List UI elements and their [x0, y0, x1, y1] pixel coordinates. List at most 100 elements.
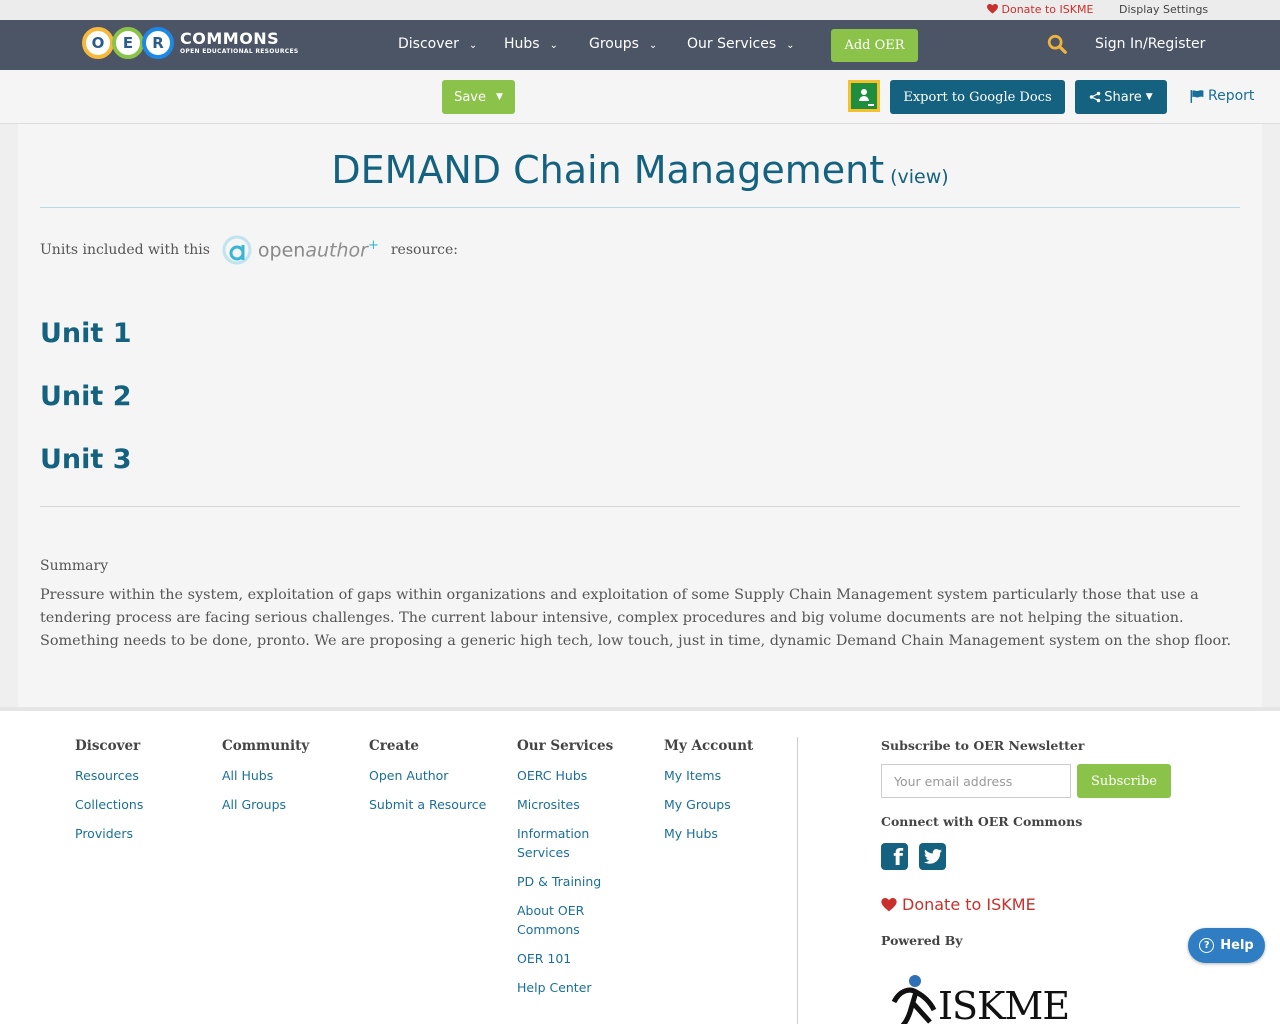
help-button[interactable]: ? Help: [1188, 928, 1265, 963]
logo-wordmark: COMMONS OPEN EDUCATIONAL RESOURCES: [180, 31, 299, 55]
share-icon: [1090, 91, 1101, 103]
resource-title: DEMAND Chain Management (view): [0, 148, 1280, 192]
footer-col-create: Create Open Author Submit a Resource: [369, 738, 486, 824]
footer-link-information-services[interactable]: Information Services: [517, 824, 617, 862]
footer-link-help-center[interactable]: Help Center: [517, 978, 617, 997]
footer-divider: [797, 737, 798, 1024]
units-prefix: Units included with this: [40, 242, 210, 258]
footer-link-all-groups[interactable]: All Groups: [222, 795, 309, 814]
open-author-word-open: open: [257, 239, 306, 262]
nav-groups[interactable]: Groups ⌄: [589, 36, 657, 52]
chevron-down-icon: ⌄: [468, 40, 478, 51]
question-circle-icon: ?: [1199, 938, 1215, 953]
footer-link-open-author[interactable]: Open Author: [369, 766, 486, 785]
footer-link-microsites[interactable]: Microsites: [517, 795, 617, 814]
resource-action-bar: Save ▼ Export to Google Docs Share ▼ Repor…: [0, 70, 1280, 124]
footer-link-my-hubs[interactable]: My Hubs: [664, 824, 753, 843]
content-divider: [40, 506, 1240, 507]
export-google-docs-button[interactable]: Export to Google Docs: [890, 80, 1065, 114]
view-link[interactable]: (view): [890, 166, 949, 188]
sign-in-register-link[interactable]: Sign In/Register: [1095, 36, 1205, 52]
oer-commons-logo[interactable]: O E R COMMONS OPEN EDUCATIONAL RESOURCES: [82, 26, 299, 60]
google-classroom-icon[interactable]: [848, 80, 880, 112]
heart-icon: [881, 897, 897, 911]
iskme-figure-icon: [891, 975, 937, 1024]
open-author-word-author: author: [305, 239, 368, 262]
footer-heading: Discover: [75, 738, 141, 754]
footer-link-oer-101[interactable]: OER 101: [517, 949, 617, 968]
iskme-logo[interactable]: ISKME: [890, 970, 1090, 1024]
nav-discover[interactable]: Discover ⌄: [398, 36, 477, 52]
page-gutter-left: [0, 124, 18, 707]
top-donate-link[interactable]: Donate to ISKME: [987, 3, 1093, 16]
logo-word: COMMONS: [180, 29, 280, 48]
footer-col-our-services: Our Services OERC Hubs Microsites Inform…: [517, 738, 617, 1007]
footer-link-providers[interactable]: Providers: [75, 824, 143, 843]
footer-link-about-oer-commons[interactable]: About OER Commons: [517, 901, 617, 939]
footer-link-submit-resource[interactable]: Submit a Resource: [369, 795, 486, 814]
add-oer-button[interactable]: Add OER: [831, 29, 918, 62]
display-settings-link[interactable]: Display Settings: [1119, 3, 1208, 16]
share-button[interactable]: Share ▼: [1075, 80, 1167, 114]
footer-link-all-hubs[interactable]: All Hubs: [222, 766, 309, 785]
caret-down-icon: ▼: [1145, 92, 1153, 102]
footer-donate-link[interactable]: Donate to ISKME: [881, 895, 1036, 914]
footer-link-resources[interactable]: Resources: [75, 766, 143, 785]
iskme-wordmark: ISKME: [938, 984, 1070, 1024]
footer-col-my-account: My Account My Items My Groups My Hubs: [664, 738, 753, 853]
footer-link-collections[interactable]: Collections: [75, 795, 143, 814]
newsletter-heading: Subscribe to OER Newsletter: [881, 738, 1085, 753]
footer-heading: Our Services: [517, 738, 614, 754]
facebook-icon[interactable]: f: [881, 843, 908, 870]
unit-link-3[interactable]: Unit 3: [40, 444, 132, 475]
footer-link-oerc-hubs[interactable]: OERC Hubs: [517, 766, 617, 785]
caret-down-icon: ▼: [496, 92, 503, 102]
powered-by-heading: Powered By: [881, 933, 963, 948]
nav-our-services[interactable]: Our Services ⌄: [687, 36, 795, 52]
footer-heading: Community: [222, 738, 310, 754]
footer-link-pd-training[interactable]: PD & Training: [517, 872, 617, 891]
logo-letter-r: R: [142, 27, 174, 59]
footer-heading: Create: [369, 738, 420, 754]
summary-heading: Summary: [40, 558, 109, 574]
units-suffix: resource:: [390, 242, 459, 258]
summary-text: Pressure within the system, exploitation…: [40, 587, 1232, 649]
footer-col-discover: Discover Resources Collections Providers: [75, 738, 143, 853]
nav-groups-label: Groups: [589, 36, 639, 52]
flag-icon: [1190, 89, 1204, 103]
title-divider: [40, 207, 1240, 208]
unit-link-2[interactable]: Unit 2: [40, 381, 132, 412]
page-gutter-right: [1262, 124, 1280, 707]
help-label: Help: [1220, 938, 1254, 953]
newsletter-email-input[interactable]: [881, 764, 1071, 798]
nav-our-services-label: Our Services: [687, 36, 777, 52]
units-intro: Units included with this openauthor+ res…: [40, 232, 458, 268]
open-author-logo: openauthor+: [222, 235, 379, 265]
connect-heading: Connect with OER Commons: [881, 814, 1083, 829]
logo-letter-e: E: [112, 27, 144, 59]
footer-col-community: Community All Hubs All Groups: [222, 738, 309, 824]
main-nav: O E R COMMONS OPEN EDUCATIONAL RESOURCES…: [0, 20, 1280, 70]
unit-link-1[interactable]: Unit 1: [40, 318, 132, 349]
report-label: Report: [1208, 88, 1255, 104]
chevron-down-icon: ⌄: [786, 40, 795, 51]
report-link[interactable]: Report: [1190, 88, 1254, 104]
save-label: Save: [454, 89, 486, 105]
open-author-icon: [222, 235, 252, 265]
twitter-icon[interactable]: [919, 843, 946, 870]
footer-link-my-groups[interactable]: My Groups: [664, 795, 753, 814]
subscribe-button[interactable]: Subscribe: [1077, 764, 1171, 798]
logo-subtitle: OPEN EDUCATIONAL RESOURCES: [180, 48, 299, 55]
footer-donate-label: Donate to ISKME: [902, 895, 1036, 914]
utility-bar: Donate to ISKME Display Settings: [0, 0, 1280, 20]
top-donate-label: Donate to ISKME: [1001, 3, 1094, 16]
page-title: DEMAND Chain Management: [331, 148, 885, 192]
save-button[interactable]: Save ▼: [442, 80, 515, 114]
share-label: Share: [1104, 89, 1142, 105]
chevron-down-icon: ⌄: [549, 40, 558, 51]
chevron-down-icon: ⌄: [648, 40, 658, 51]
nav-discover-label: Discover: [398, 36, 459, 52]
search-icon[interactable]: [1046, 33, 1068, 55]
footer-link-my-items[interactable]: My Items: [664, 766, 753, 785]
nav-hubs[interactable]: Hubs ⌄: [504, 36, 558, 52]
